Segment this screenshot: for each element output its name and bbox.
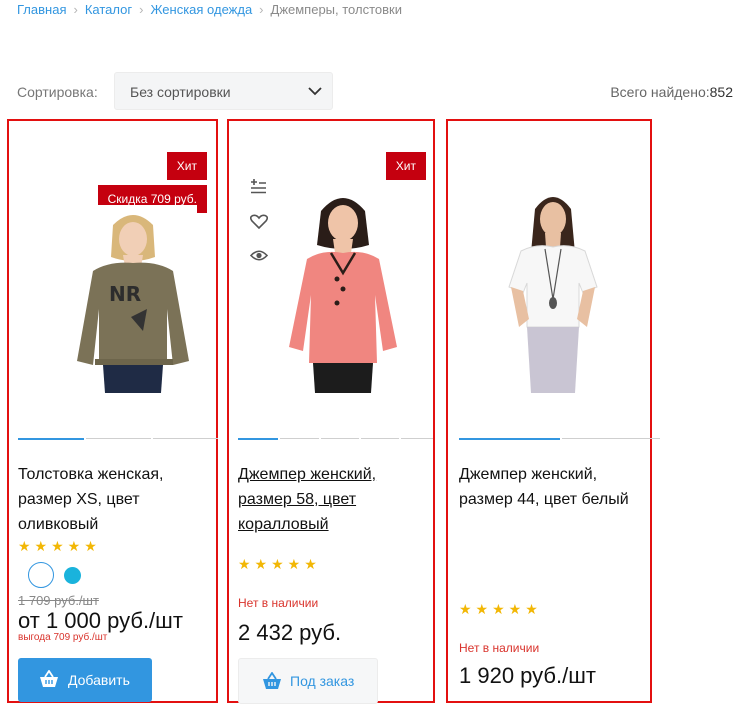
chevron-right-icon: › (259, 2, 264, 17)
found-number: 852 (709, 84, 733, 100)
product-price: от 1 000 руб./шт (18, 608, 183, 633)
add-button-label: Добавить (68, 672, 130, 688)
found-label: Всего найдено: (610, 84, 710, 100)
add-to-cart-button[interactable]: Добавить (18, 658, 152, 702)
image-slider-indicator[interactable] (562, 438, 660, 439)
product-price: 1 920 руб./шт (459, 663, 596, 688)
order-button[interactable]: Под заказ (238, 658, 378, 704)
image-slider-indicator[interactable] (280, 438, 319, 439)
sort-select[interactable]: Без сортировки (114, 72, 333, 110)
eye-icon[interactable] (250, 249, 268, 262)
sort-label: Сортировка: (17, 84, 98, 100)
color-swatch-blue[interactable] (64, 567, 81, 584)
color-swatch-white[interactable] (28, 562, 54, 588)
rating-stars: ★★★★★ (238, 556, 321, 572)
availability-status: Нет в наличии (238, 596, 319, 610)
order-button-label: Под заказ (290, 673, 355, 689)
hit-badge: Хит (166, 152, 207, 180)
old-price: 1 709 руб./шт (18, 593, 99, 608)
rating-stars: ★★★★★ (459, 601, 542, 617)
breadcrumb-home-link[interactable]: Главная (17, 2, 66, 17)
hit-badge: Хит (385, 152, 426, 180)
heart-icon[interactable] (250, 214, 268, 229)
product-card[interactable]: Джемпер женский, размер 44, цвет белый ★… (446, 119, 660, 703)
chevron-right-icon: › (139, 2, 144, 17)
found-count: Всего найдено:852 (610, 84, 733, 100)
basket-icon (40, 670, 58, 687)
breadcrumb: Главная › Каталог › Женская одежда › Дже… (17, 2, 402, 17)
breadcrumb-womens-clothing-link[interactable]: Женская одежда (150, 2, 252, 17)
product-title[interactable]: Толстовка женская, размер XS, цвет оливк… (18, 462, 214, 537)
image-slider-indicator[interactable] (153, 438, 218, 439)
product-image[interactable] (283, 187, 403, 393)
product-card[interactable]: Хит Скидка 709 руб. NR Толстовка женская… (7, 119, 218, 703)
product-image[interactable]: NR (69, 205, 197, 393)
product-card[interactable]: Хит Джемпер женский, размер 58, цвет кор… (227, 119, 435, 704)
image-slider-indicator[interactable] (18, 438, 84, 440)
breadcrumb-catalog-link[interactable]: Каталог (85, 2, 132, 17)
image-slider-indicator[interactable] (401, 438, 433, 439)
svg-text:NR: NR (109, 282, 141, 306)
image-slider-indicator[interactable] (361, 438, 399, 439)
product-image[interactable] (503, 187, 603, 393)
benefit-text: выгода 709 руб./шт (18, 632, 108, 643)
image-slider-indicator[interactable] (238, 438, 278, 440)
product-price: 2 432 руб. (238, 620, 342, 645)
rating-stars: ★★★★★ (18, 538, 101, 554)
product-title[interactable]: Джемпер женский, размер 44, цвет белый (459, 462, 649, 512)
availability-status: Нет в наличии (459, 641, 540, 655)
image-slider-indicator[interactable] (86, 438, 151, 439)
breadcrumb-current: Джемперы, толстовки (270, 2, 402, 17)
compare-icon[interactable] (250, 178, 267, 194)
basket-icon (263, 672, 281, 689)
sort-selected-value: Без сортировки (130, 84, 231, 100)
product-title[interactable]: Джемпер женский, размер 58, цвет коралло… (238, 462, 428, 537)
image-slider-indicator[interactable] (459, 438, 560, 440)
chevron-right-icon: › (73, 2, 78, 17)
image-slider-indicator[interactable] (321, 438, 359, 439)
chevron-down-icon (308, 87, 322, 96)
